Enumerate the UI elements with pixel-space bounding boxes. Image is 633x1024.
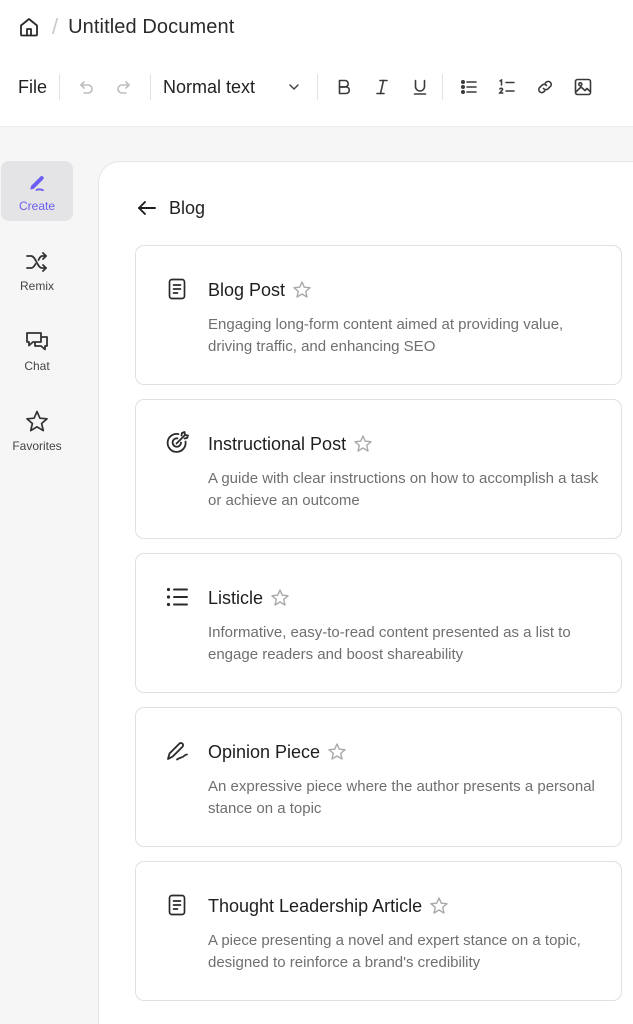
sidebar-item-chat[interactable]: Chat: [1, 321, 73, 381]
template-card-opinion-piece[interactable]: Opinion Piece An expressive piece where …: [135, 707, 622, 847]
template-card-listicle[interactable]: Listicle Informative, easy-to-read conte…: [135, 553, 622, 693]
favorite-star-icon[interactable]: [326, 741, 348, 763]
card-description: Engaging long-form content aimed at prov…: [208, 316, 564, 355]
chevron-down-icon: [289, 84, 299, 90]
card-description: An expressive piece where the author pre…: [208, 778, 595, 817]
text-style-value: Normal text: [163, 76, 256, 97]
toolbar-divider: [317, 74, 319, 100]
arrow-left-icon: [138, 201, 156, 215]
template-card-thought-leadership-article[interactable]: Thought Leadership Article A piece prese…: [135, 861, 622, 1001]
text-style-select[interactable]: Normal text: [163, 77, 305, 98]
image-icon[interactable]: [569, 72, 597, 102]
card-header: Opinion Piece: [208, 741, 348, 763]
pen-icon: [30, 176, 44, 192]
favorite-star-icon[interactable]: [352, 433, 374, 455]
sidebar-item-create[interactable]: Create: [1, 161, 73, 221]
breadcrumb-separator: /: [52, 14, 59, 39]
shuffle-icon: [26, 252, 47, 272]
bulleted-list-icon[interactable]: [455, 72, 483, 102]
toolbar-divider: [59, 74, 61, 100]
card-header: Instructional Post: [208, 433, 374, 455]
card-description: Informative, easy-to-read content presen…: [208, 624, 571, 663]
chat-icon: [26, 332, 48, 351]
toolbar-divider: [442, 74, 444, 100]
card-description: A guide with clear instructions on how t…: [208, 470, 599, 509]
title-row: / Untitled Document: [0, 8, 633, 46]
card-title: Listicle: [208, 587, 264, 608]
document-title[interactable]: Untitled Document: [68, 16, 234, 39]
home-icon[interactable]: [14, 12, 44, 42]
toolbar-divider: [150, 74, 152, 100]
category-title: Blog: [169, 197, 206, 218]
sidebar: Create Remix Chat Favorites: [0, 161, 80, 481]
template-card-blog-post[interactable]: Blog Post Engaging long-form content aim…: [135, 245, 622, 385]
back-button[interactable]: Blog: [135, 196, 205, 220]
card-title: Thought Leadership Article: [208, 895, 423, 916]
favorite-star-icon[interactable]: [291, 279, 313, 301]
file-menu[interactable]: File: [18, 77, 47, 98]
sidebar-item-label: Chat: [24, 359, 50, 373]
numbered-list-icon[interactable]: [493, 72, 521, 102]
sidebar-item-label: Favorites: [12, 439, 62, 453]
star-icon: [26, 410, 48, 432]
card-title: Blog Post: [208, 279, 286, 300]
document-icon: [164, 892, 190, 918]
favorite-star-icon[interactable]: [428, 895, 450, 917]
document-icon: [164, 276, 190, 302]
card-description: A piece presenting a novel and expert st…: [208, 932, 581, 971]
favorite-star-icon[interactable]: [269, 587, 291, 609]
card-header: Blog Post: [208, 279, 313, 301]
link-icon[interactable]: [531, 72, 559, 102]
card-title: Instructional Post: [208, 433, 347, 454]
sidebar-item-remix[interactable]: Remix: [1, 241, 73, 301]
sidebar-item-label: Remix: [19, 279, 54, 293]
pen-nib-icon: [164, 738, 190, 764]
target-icon: [164, 430, 190, 456]
redo-icon[interactable]: [110, 72, 138, 102]
bold-icon[interactable]: [330, 72, 358, 102]
undo-icon[interactable]: [72, 72, 100, 102]
sidebar-item-favorites[interactable]: Favorites: [1, 401, 73, 461]
template-panel: Blog Blog Post Engaging long-form conten…: [98, 161, 633, 1024]
list-icon: [164, 584, 190, 610]
top-bar: / Untitled Document File Normal text: [0, 0, 633, 127]
editor-toolbar: File Normal text: [0, 68, 633, 106]
card-header: Thought Leadership Article: [208, 895, 450, 917]
underline-icon[interactable]: [406, 72, 434, 102]
sidebar-item-label: Create: [18, 199, 56, 213]
card-header: Listicle: [208, 587, 291, 609]
card-title: Opinion Piece: [208, 741, 321, 762]
italic-icon[interactable]: [368, 72, 396, 102]
template-card-instructional-post[interactable]: Instructional Post A guide with clear in…: [135, 399, 622, 539]
